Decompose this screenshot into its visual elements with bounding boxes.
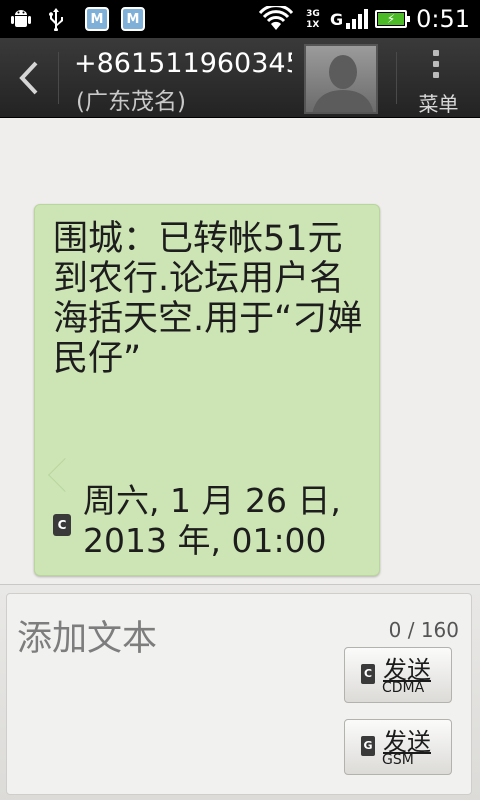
message-timestamp: 周六, 1 月 26 日, 2013 年, 01:00 (83, 481, 341, 560)
battery-charging-icon: ⚡ (372, 6, 410, 32)
received-message-bubble[interactable]: 围城：已转帐51元到农行.论坛用户名海括天空.用于“刁婵民仔” C 周六, 1 … (34, 204, 380, 576)
usb-icon (46, 6, 66, 32)
gsm-badge-icon: G (361, 736, 375, 756)
bubble-tail (48, 458, 82, 492)
wifi-icon (258, 6, 294, 32)
send-cdma-button[interactable]: C 发送 CDMA (344, 647, 452, 703)
gsm-signal-icon: G (330, 6, 369, 32)
cdma-badge-icon: C (361, 664, 375, 684)
contact-avatar[interactable] (304, 44, 378, 114)
menu-label: 菜单 (418, 92, 459, 116)
send-network-label: CDMA (382, 680, 425, 696)
cdma-badge-icon: C (53, 514, 71, 536)
message-list[interactable]: 围城：已转帐51元到农行.论坛用户名海括天空.用于“刁婵民仔” C 周六, 1 … (0, 118, 480, 588)
menu-button[interactable]: 菜单 (397, 38, 480, 118)
more-vertical-icon (433, 50, 441, 83)
network-3g-1x-icon: 3G 1X (306, 9, 320, 30)
contact-number[interactable]: +8615119603455 (74, 48, 292, 79)
message-text: 围城：已转帐51元到农行.论坛用户名海括天空.用于“刁婵民仔” (53, 219, 363, 379)
status-time: 0:51 (416, 5, 470, 33)
header-divider (58, 52, 59, 104)
contact-location: (广东茂名) (76, 89, 186, 115)
back-button[interactable] (0, 38, 58, 118)
chevron-left-icon (19, 61, 38, 95)
status-bar: M M 3G 1X G ⚡ 0:51 (0, 0, 480, 38)
android-debug-icon (10, 6, 32, 32)
message-input-placeholder: 添加文本 (17, 619, 158, 659)
security-shield-icon: M (84, 6, 110, 32)
compose-bar: 添加文本 0 / 160 C 发送 CDMA G 发送 GSM (0, 584, 480, 800)
person-silhouette-icon (312, 55, 374, 112)
conversation-header: +8615119603455 (广东茂名) 菜单 (0, 38, 480, 118)
send-gsm-button[interactable]: G 发送 GSM (344, 719, 452, 775)
security-shield-icon: M (120, 6, 146, 32)
send-network-label: GSM (382, 752, 414, 768)
character-counter: 0 / 160 (388, 618, 459, 642)
